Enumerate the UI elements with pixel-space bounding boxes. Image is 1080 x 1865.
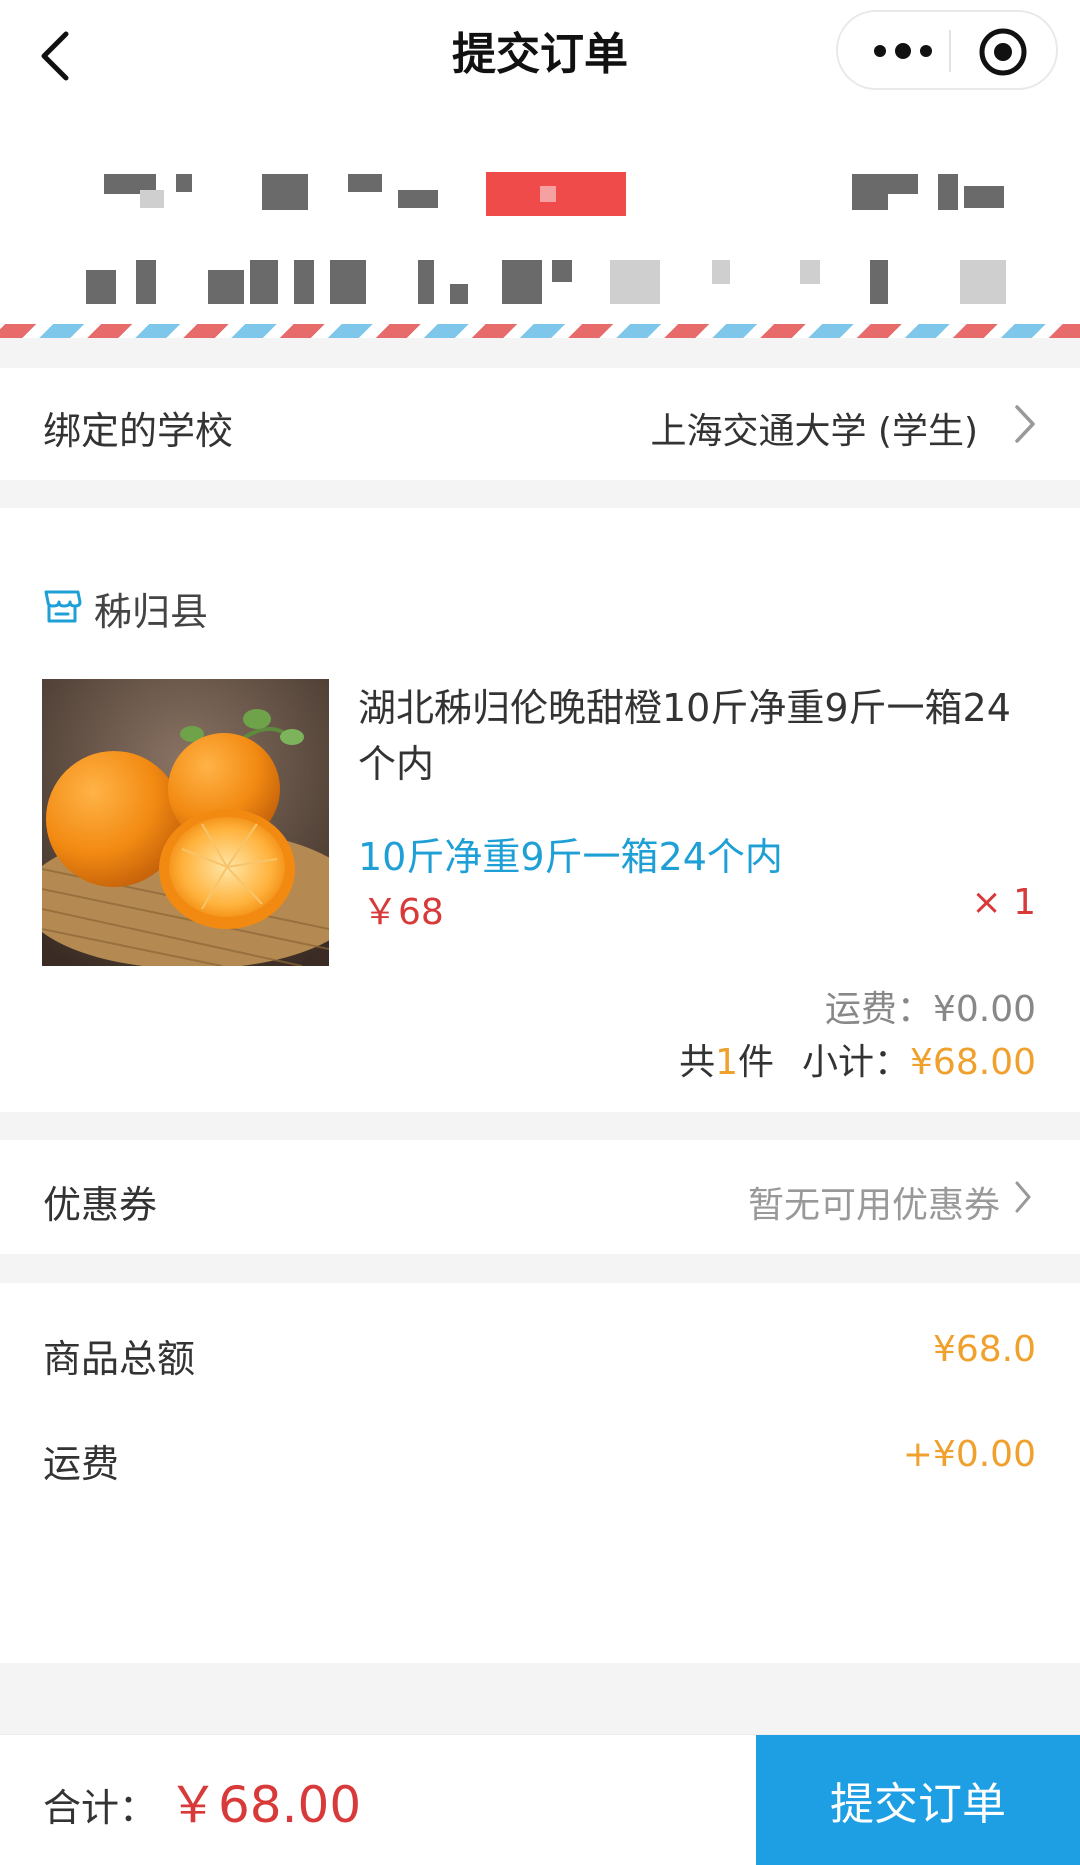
- submit-order-button[interactable]: 提交订单: [756, 1735, 1080, 1865]
- item-count-suffix: 件: [738, 1042, 775, 1083]
- mini-program-capsule: [836, 10, 1058, 90]
- blurred-text: [502, 260, 542, 304]
- target-circle-icon[interactable]: [977, 26, 1029, 78]
- product-name[interactable]: 湖北秭归伦晚甜橙10斤净重9斤一箱24个内: [358, 680, 1018, 792]
- product-spec: 10斤净重9斤一箱24个内: [358, 835, 783, 879]
- blurred-text: [294, 260, 314, 304]
- checkout-bar: 合计： ￥68.00 提交订单: [0, 1735, 1080, 1865]
- subtotal-label: 小计：: [802, 1042, 911, 1083]
- bound-school-label: 绑定的学校: [43, 409, 234, 453]
- freight-value: ¥0.00: [932, 989, 1036, 1030]
- total-label: 合计：: [43, 1786, 158, 1830]
- price-summary: 商品总额 ¥68.0 运费 +¥0.00: [0, 1283, 1080, 1663]
- blurred-text: [540, 186, 556, 202]
- blurred-text: [888, 174, 918, 194]
- blurred-text: [960, 260, 1006, 304]
- blurred-text: [140, 190, 164, 208]
- shipping-value: +¥0.00: [902, 1434, 1036, 1475]
- blurred-text: [262, 174, 308, 210]
- blurred-phone: [486, 172, 626, 216]
- goods-total-value: ¥68.0: [932, 1329, 1036, 1370]
- blurred-text: [398, 190, 438, 208]
- blurred-text: [86, 270, 116, 304]
- coupon-row[interactable]: 优惠券 暂无可用优惠券: [0, 1140, 1080, 1254]
- item-freight: 运费：¥0.00: [825, 980, 1036, 1032]
- shipping-label: 运费: [43, 1442, 120, 1486]
- coupon-label: 优惠券: [43, 1183, 158, 1227]
- item-subtotal: 共1件 小计：¥68.00: [679, 1033, 1036, 1085]
- bound-school-value: 上海交通大学 (学生): [650, 411, 978, 452]
- blurred-text: [450, 284, 468, 304]
- blurred-text: [250, 260, 278, 304]
- blurred-text: [208, 270, 244, 304]
- chevron-right-icon: [1015, 1181, 1031, 1213]
- blurred-text: [610, 260, 660, 304]
- chevron-right-icon: [1015, 405, 1035, 443]
- blurred-text: [176, 174, 192, 192]
- freight-label: 运费：: [824, 989, 933, 1030]
- product-image[interactable]: [42, 679, 329, 966]
- store-name[interactable]: 秭归县: [94, 581, 208, 636]
- capsule-divider: [949, 30, 951, 72]
- coupon-value: 暂无可用优惠券: [747, 1185, 1000, 1226]
- airmail-border: [0, 324, 1080, 338]
- item-count: 1: [715, 1042, 738, 1083]
- blurred-text: [348, 174, 382, 192]
- goods-total-label: 商品总额: [43, 1337, 196, 1381]
- nav-bar: 提交订单: [0, 0, 1080, 110]
- total-value: ￥68.00: [168, 1776, 362, 1834]
- order-item-section: 秭归县 湖北秭归伦晚甜橙10斤净重9斤一箱24个内 10斤净重9斤一箱24个内 …: [0, 508, 1080, 1112]
- orange-photo: [42, 679, 329, 966]
- blurred-text: [136, 260, 156, 304]
- subtotal-value: ¥68.00: [910, 1042, 1036, 1083]
- product-quantity: × 1: [971, 882, 1036, 923]
- blurred-text: [552, 260, 572, 282]
- store-icon: [44, 590, 82, 623]
- blurred-text: [870, 260, 888, 304]
- blurred-text: [418, 260, 434, 304]
- bound-school-row[interactable]: 绑定的学校 上海交通大学 (学生): [0, 368, 1080, 480]
- blurred-text: [964, 186, 1004, 208]
- blurred-text: [800, 260, 820, 284]
- blurred-text: [852, 174, 888, 210]
- blurred-text: [330, 260, 366, 304]
- more-dots-icon[interactable]: [868, 30, 938, 72]
- item-count-prefix: 共: [679, 1042, 716, 1083]
- blurred-text: [938, 174, 958, 210]
- product-price: ￥68: [362, 892, 444, 933]
- shipping-address[interactable]: [0, 110, 1080, 330]
- blurred-text: [712, 260, 730, 284]
